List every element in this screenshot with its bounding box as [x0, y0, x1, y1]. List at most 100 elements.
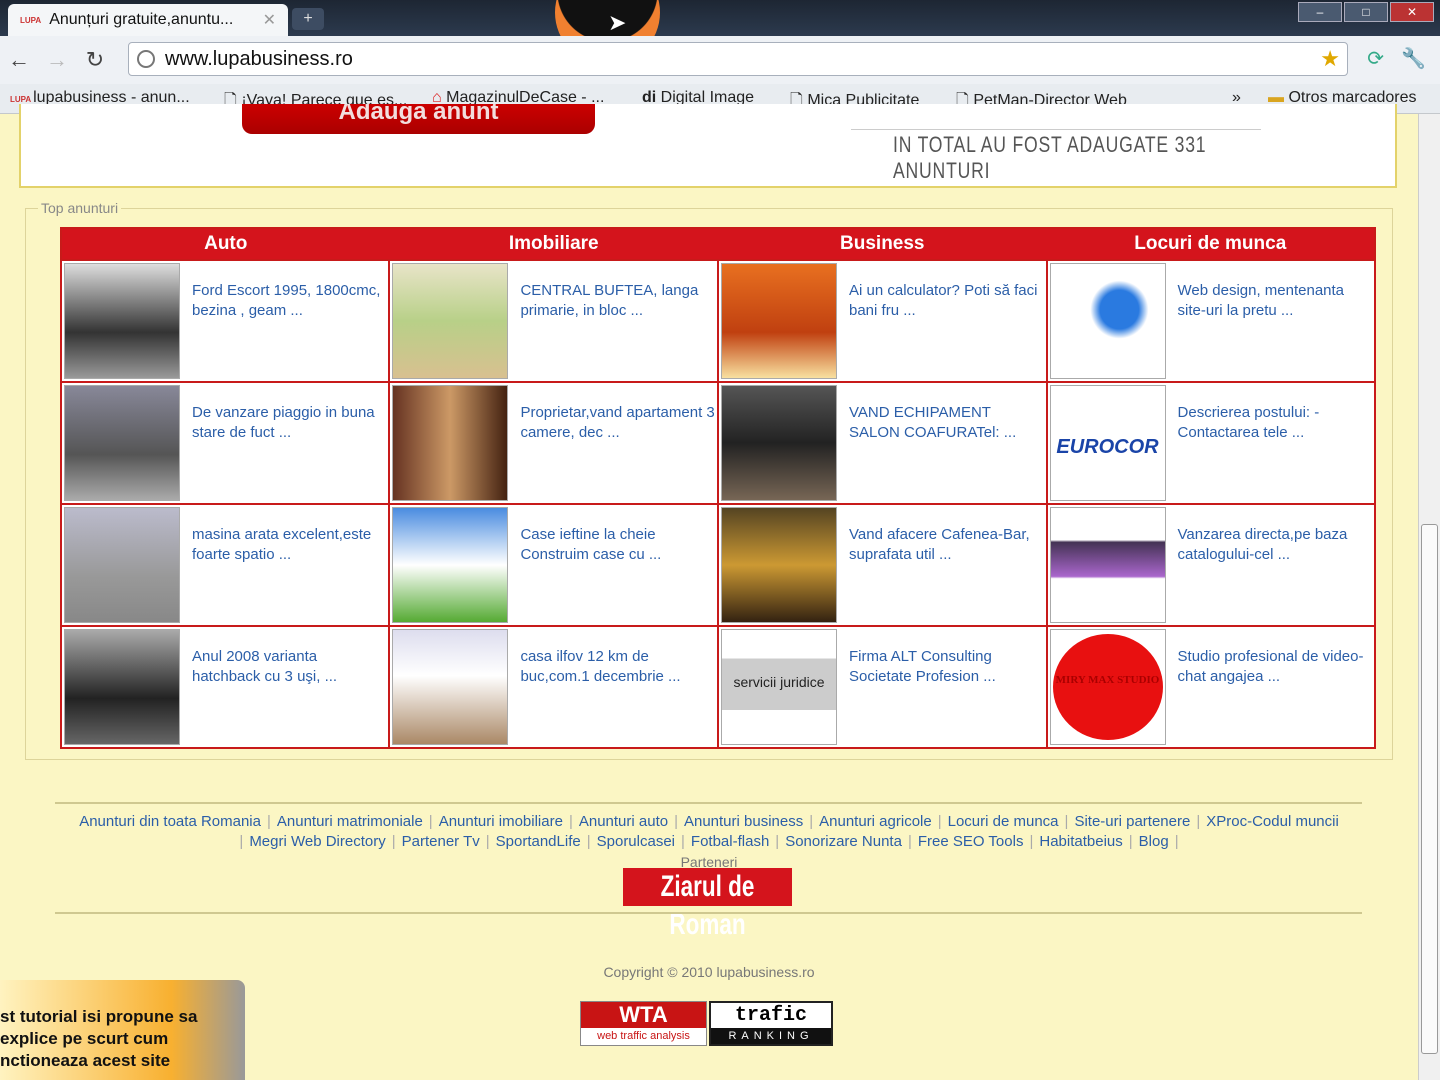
column-locuri: Locuri de munca: [1046, 228, 1375, 260]
page-content: Adauga anunt IN TOTAL AU FOST ADAUGATE 3…: [0, 104, 1418, 1080]
address-bar[interactable]: www.lupabusiness.ro: [128, 42, 1348, 76]
footer-link[interactable]: Blog: [1139, 833, 1169, 850]
url-text: www.lupabusiness.ro: [165, 47, 353, 70]
forward-button[interactable]: →: [38, 47, 76, 73]
ad-thumbnail[interactable]: [64, 507, 180, 623]
scrollbar-thumb[interactable]: [1421, 524, 1438, 1054]
ad-link[interactable]: Case ieftine la cheie Construim case cu …: [520, 525, 715, 623]
footer-link[interactable]: Anunturi agricole: [819, 813, 932, 830]
ad-cell: Vand afacere Cafenea-Bar, suprafata util…: [717, 503, 1048, 627]
table-row: De vanzare piaggio in buna stare de fuct…: [59, 381, 1377, 505]
scrollbar[interactable]: [1418, 114, 1440, 1080]
footer-link[interactable]: Locuri de munca: [948, 813, 1059, 830]
ad-thumbnail[interactable]: [64, 629, 180, 745]
ad-link[interactable]: CENTRAL BUFTEA, langa primarie, in bloc …: [520, 281, 715, 379]
add-ad-button[interactable]: Adauga anunt: [242, 104, 595, 134]
ad-thumbnail[interactable]: [64, 385, 180, 501]
ad-cell: De vanzare piaggio in buna stare de fuct…: [59, 381, 391, 505]
wta-badge[interactable]: WTA web traffic analysis: [580, 1001, 707, 1046]
bookmark-star-icon[interactable]: ★: [1320, 46, 1340, 72]
ad-link[interactable]: masina arata excelent,este foarte spatio…: [192, 525, 386, 623]
footer-link[interactable]: Anunturi matrimoniale: [277, 813, 423, 830]
back-button[interactable]: ←: [0, 47, 38, 73]
wrench-icon[interactable]: 🔧: [1401, 46, 1426, 71]
ad-thumbnail[interactable]: [392, 385, 509, 501]
footer-link[interactable]: Anunturi imobiliare: [439, 813, 563, 830]
ad-link[interactable]: Ford Escort 1995, 1800cmc, bezina , geam…: [192, 281, 386, 379]
tab-bar: LUPA Anunțuri gratuite,anuntu... ✕ + ➤ – □ ✕: [0, 0, 1440, 65]
table-row: masina arata excelent,este foarte spatio…: [59, 503, 1377, 627]
globe-icon: [137, 50, 155, 68]
ad-thumbnail[interactable]: [721, 385, 837, 501]
ad-thumbnail[interactable]: [1049, 507, 1166, 623]
ad-link[interactable]: Anul 2008 varianta hatchback cu 3 uşi, .…: [192, 647, 386, 745]
reload-button[interactable]: ↻: [76, 47, 114, 73]
tab-active[interactable]: LUPA Anunțuri gratuite,anuntu... ✕: [8, 4, 288, 36]
ad-link[interactable]: Descrierea postului: - Contactarea tele …: [1178, 403, 1372, 501]
ad-cell: Web design, mentenanta site-uri la pretu…: [1045, 259, 1377, 383]
footer-link[interactable]: Megri Web Directory: [249, 833, 385, 850]
ad-link[interactable]: Web design, mentenanta site-uri la pretu…: [1178, 281, 1372, 379]
footer-links-row-1: Anunturi din toata Romania | Anunturi matr…: [79, 813, 1339, 830]
caption-line: nctioneaza acest site: [0, 1051, 171, 1070]
ad-thumbnail[interactable]: [392, 629, 509, 745]
footer-links-row-2: | Megri Web Directory | Partener Tv | Sportan…: [239, 833, 1179, 850]
video-caption: st tutorial isi propune sa explice pe sc…: [0, 980, 245, 1080]
footer-link[interactable]: Anunturi din toata Romania: [79, 813, 261, 830]
favicon: LUPA: [20, 15, 42, 25]
footer-link[interactable]: Anunturi auto: [579, 813, 668, 830]
footer-link[interactable]: Sporulcasei: [597, 833, 675, 850]
ad-link[interactable]: Proprietar,vand apartament 3 camere, dec…: [520, 403, 715, 501]
new-tab-button[interactable]: +: [292, 8, 324, 30]
footer-link[interactable]: Sonorizare Nunta: [785, 833, 902, 850]
column-business: Business: [718, 228, 1047, 260]
header-panel: Adauga anunt IN TOTAL AU FOST ADAUGATE 3…: [19, 104, 1397, 188]
trafic-ranking-badge[interactable]: trafic RANKING: [709, 1001, 833, 1046]
ad-link[interactable]: Firma ALT Consulting Societate Profesion…: [849, 647, 1044, 745]
ad-cell: Ford Escort 1995, 1800cmc, bezina , geam…: [59, 259, 391, 383]
divider: [851, 129, 1261, 130]
ad-thumbnail[interactable]: [392, 263, 509, 379]
close-tab-icon[interactable]: ✕: [263, 10, 276, 30]
ad-thumbnail[interactable]: EUROCOR: [1049, 385, 1166, 501]
ad-link[interactable]: Ai un calculator? Poti să faci bani fru …: [849, 281, 1044, 379]
divider: [55, 802, 1362, 804]
column-auto: Auto: [61, 228, 390, 260]
ad-cell: CENTRAL BUFTEA, langa primarie, in bloc …: [388, 259, 719, 383]
ad-thumbnail[interactable]: [392, 507, 509, 623]
extension-icon[interactable]: ⟳: [1367, 46, 1384, 71]
footer-link[interactable]: SportandLife: [496, 833, 581, 850]
mouse-cursor-icon: ➤: [608, 10, 627, 35]
maximize-button[interactable]: □: [1344, 2, 1388, 22]
toolbar: ← → ↻ www.lupabusiness.ro ★ ⟳ 🔧: [0, 36, 1440, 84]
ziarul-de-roman-logo[interactable]: Ziarul de Roman: [623, 868, 792, 941]
ad-link[interactable]: De vanzare piaggio in buna stare de fuct…: [192, 403, 386, 501]
footer-link[interactable]: Free SEO Tools: [918, 833, 1024, 850]
footer-link[interactable]: XProc-Codul muncii: [1206, 813, 1339, 830]
ad-thumbnail[interactable]: [1049, 263, 1166, 379]
caption-line: explice pe scurt cum: [0, 1029, 169, 1048]
total-ads-text: IN TOTAL AU FOST ADAUGATE 331 ANUNTURI: [893, 132, 1207, 183]
ad-thumbnail[interactable]: [721, 507, 837, 623]
ad-cell: Anul 2008 varianta hatchback cu 3 uşi, .…: [59, 625, 391, 749]
ad-thumbnail[interactable]: [64, 263, 180, 379]
column-imobiliare: Imobiliare: [389, 228, 718, 260]
close-window-button[interactable]: ✕: [1390, 2, 1434, 22]
ad-cell: VAND ECHIPAMENT SALON COAFURATel: ...: [717, 381, 1048, 505]
footer-link[interactable]: Site-uri partenere: [1074, 813, 1190, 830]
table-row: Anul 2008 varianta hatchback cu 3 uşi, .…: [59, 625, 1377, 749]
ad-link[interactable]: casa ilfov 12 km de buc,com.1 decembrie …: [520, 647, 715, 745]
footer-link[interactable]: Habitatbeius: [1039, 833, 1122, 850]
ad-link[interactable]: Vanzarea directa,pe baza catalogului-cel…: [1178, 525, 1372, 623]
section-legend: Top anunturi: [41, 200, 119, 216]
ad-thumbnail[interactable]: servicii juridice: [721, 629, 837, 745]
footer-link[interactable]: Fotbal-flash: [691, 833, 769, 850]
ad-link[interactable]: Vand afacere Cafenea-Bar, suprafata util…: [849, 525, 1044, 623]
minimize-button[interactable]: –: [1298, 2, 1342, 22]
ad-thumbnail[interactable]: MIRY MAX STUDIO: [1049, 629, 1166, 745]
footer-link[interactable]: Partener Tv: [402, 833, 480, 850]
ad-thumbnail[interactable]: [721, 263, 837, 379]
ad-link[interactable]: Studio profesional de video-chat angajea…: [1178, 647, 1372, 745]
ad-link[interactable]: VAND ECHIPAMENT SALON COAFURATel: ...: [849, 403, 1044, 501]
footer-link[interactable]: Anunturi business: [684, 813, 803, 830]
